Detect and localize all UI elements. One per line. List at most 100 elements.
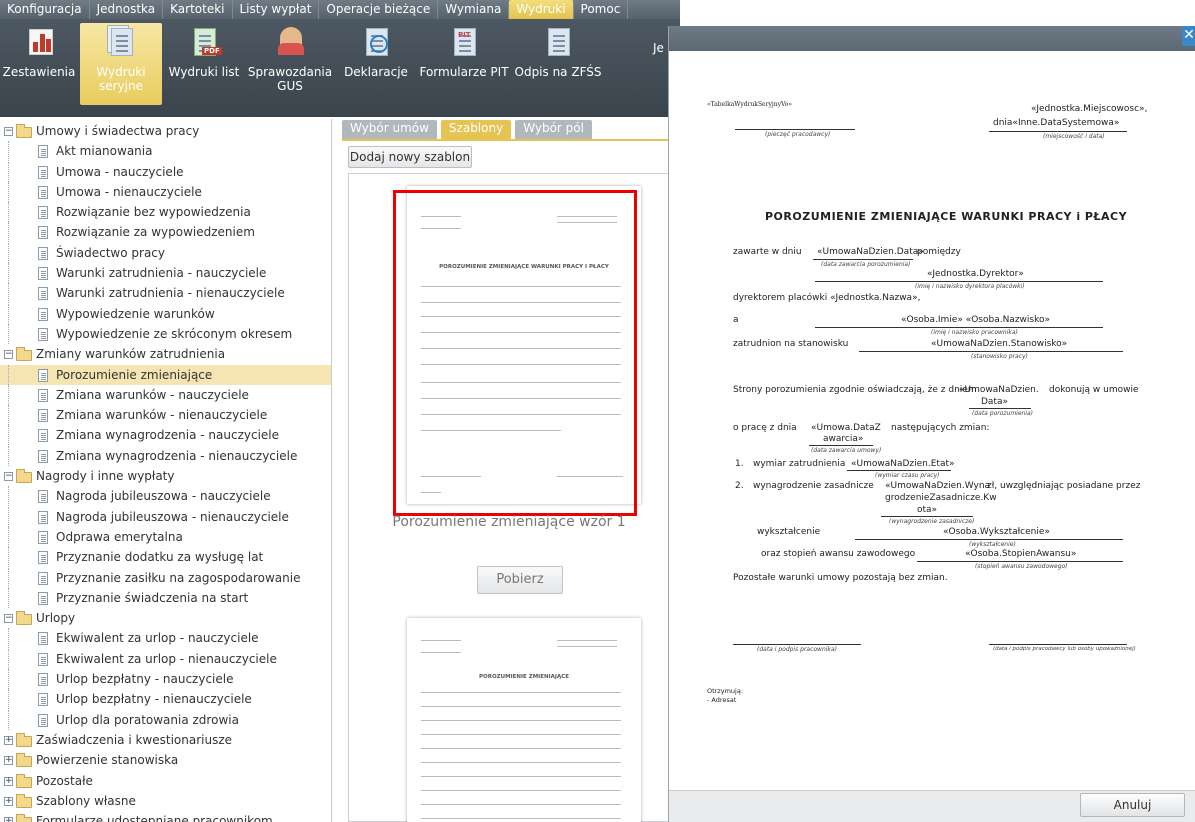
tree-folder[interactable]: + Powierzenie stanowiska	[0, 750, 331, 770]
doc-strony-field-2: Data»	[981, 397, 1008, 407]
tree-item[interactable]: Urlop bezpłatny - nauczyciele	[0, 669, 331, 690]
tree-item[interactable]: Rozwiązanie za wypowiedzeniem	[0, 222, 331, 243]
template-thumbnail-2[interactable]: POROZUMIENIE ZMIENIAJĄCE	[407, 618, 641, 822]
collapse-icon[interactable]: −	[4, 472, 13, 482]
menu-konfiguracja[interactable]: Konfiguracja	[0, 0, 90, 19]
tree-item[interactable]: Warunki zatrudnienia - nienauczyciele	[0, 283, 331, 304]
menu-operacje-biezace[interactable]: Operacje bieżące	[319, 0, 439, 19]
tree-item-label: Rozwiązanie za wypowiedzeniem	[56, 225, 255, 240]
tab-wybor-pol[interactable]: Wybór pól	[515, 120, 592, 139]
tree-folder[interactable]: + Zaświadczenia i kwestionariusze	[0, 730, 331, 750]
tree-item[interactable]: Urlop dla poratowania zdrowia	[0, 709, 331, 730]
tree-folder[interactable]: + Szablony własne	[0, 791, 331, 811]
tab-wybor-umow[interactable]: Wybór umów	[342, 120, 437, 139]
tree-item[interactable]: Ekwiwalent za urlop - nauczyciele	[0, 628, 331, 649]
tree-folder-label: Zmiany warunków zatrudnienia	[36, 347, 226, 362]
expand-icon[interactable]: +	[4, 817, 13, 822]
expand-icon[interactable]: +	[4, 796, 13, 806]
tab-szablony[interactable]: Szablony	[440, 120, 512, 139]
tree-connector	[8, 222, 9, 243]
doc-dyrektor-field: «Jednostka.Dyrektor»	[927, 269, 1024, 279]
menu-jednostka[interactable]: Jednostka	[90, 0, 164, 19]
tree-item[interactable]: Nagroda jubileuszowa - nauczyciele	[0, 486, 331, 507]
tree-item[interactable]: Zmiana warunków - nienauczyciele	[0, 405, 331, 426]
tree-item-label: Urlop dla poratowania zdrowia	[56, 712, 239, 727]
document-icon	[38, 307, 48, 321]
odpis-zfss-button[interactable]: Odpis na ZFŚS	[512, 23, 604, 79]
dialog-titlebar: ✕	[669, 26, 1195, 51]
collapse-icon[interactable]: −	[4, 614, 13, 624]
download-button[interactable]: Pobierz	[477, 566, 563, 594]
menu-wymiana[interactable]: Wymiana	[438, 0, 510, 19]
menu-pomoc[interactable]: Pomoc	[574, 0, 629, 19]
ribbon-toolbar: Zestawienia Wydruki seryjne PDF Wydruki …	[0, 19, 680, 117]
zestawienia-button[interactable]: Zestawienia	[0, 23, 78, 79]
deklaracje-button[interactable]: Deklaracje	[336, 23, 416, 79]
document-icon	[38, 449, 48, 463]
document-icon	[38, 713, 48, 727]
tree-item[interactable]: Warunki zatrudnienia - nauczyciele	[0, 263, 331, 284]
tree-item-label: Przyznanie dodatku za wysługę lat	[56, 550, 264, 565]
sprawozdania-gus-button[interactable]: Sprawozdania GUS	[246, 23, 334, 93]
expand-icon[interactable]: +	[4, 756, 13, 766]
document-icon	[540, 25, 576, 61]
tree-item[interactable]: Porozumienie zmieniające	[0, 364, 331, 385]
tree-connector	[8, 161, 9, 182]
close-icon[interactable]: ✕	[1182, 26, 1195, 46]
expand-icon[interactable]: +	[4, 776, 13, 786]
folder-icon	[16, 124, 32, 138]
menu-kartoteki[interactable]: Kartoteki	[163, 0, 233, 19]
menu-listy-wyplat[interactable]: Listy wypłat	[233, 0, 320, 19]
wydruki-list-button[interactable]: PDF Wydruki list	[164, 23, 244, 79]
tree-folder[interactable]: + Pozostałe	[0, 771, 331, 791]
tree-item[interactable]: Zmiana warunków - nauczyciele	[0, 384, 331, 405]
formularze-pit-button[interactable]: PIT Formularze PIT	[418, 23, 510, 79]
tree-connector	[8, 263, 9, 284]
document-icon	[38, 246, 48, 260]
tree-folder[interactable]: − Nagrody i inne wypłaty	[0, 466, 331, 486]
collapse-icon[interactable]: −	[4, 127, 13, 136]
tree-item[interactable]: Wypowiedzenie warunków	[0, 303, 331, 324]
tree-item[interactable]: Zmiana wynagrodzenia - nauczyciele	[0, 425, 331, 446]
tree-item[interactable]: Akt mianowania	[0, 141, 331, 162]
date-field: dnia«Inne.DataSystemowa»	[993, 118, 1120, 128]
tree-item[interactable]: Przyznanie dodatku za wysługę lat	[0, 547, 331, 568]
doc-stopien-field: «Osoba.StopienAwansu»	[965, 549, 1077, 559]
document-icon	[38, 530, 48, 544]
doc-dyrektorem: dyrektorem placówki «Jednostka.Nazwa»,	[733, 293, 921, 303]
doc-osoba-field: «Osoba.Imie» «Osoba.Nazwisko»	[901, 315, 1051, 325]
tree-item[interactable]: Ekwiwalent za urlop - nienauczyciele	[0, 648, 331, 669]
tree-item[interactable]: Umowa - nienauczyciele	[0, 181, 331, 202]
document-icon	[38, 591, 48, 605]
tree-item-label: Zmiana wynagrodzenia - nauczyciele	[56, 428, 280, 443]
tree-item[interactable]: Wypowiedzenie ze skróconym okresem	[0, 323, 331, 344]
tree-item[interactable]: Nagroda jubileuszowa - nienauczyciele	[0, 506, 331, 527]
tree-item[interactable]: Przyznanie zasiłku na zagospodarowanie	[0, 567, 331, 588]
doc-wyksztalcenie-caption: (wykształcenie)	[969, 541, 1016, 548]
tree-item[interactable]: Odprawa emerytalna	[0, 526, 331, 547]
tree-item[interactable]: Rozwiązanie bez wypowiedzenia	[0, 202, 331, 223]
wydruki-seryjne-button[interactable]: Wydruki seryjne	[80, 23, 162, 105]
tree-item[interactable]: Zmiana wynagrodzenia - nienauczyciele	[0, 445, 331, 466]
add-template-button[interactable]: Dodaj nowy szablon	[348, 146, 472, 168]
tree-connector	[8, 202, 9, 223]
document-icon	[38, 287, 48, 301]
tree-item[interactable]: Urlop bezpłatny - nienauczyciele	[0, 689, 331, 710]
tree-item[interactable]: Przyznanie świadczenia na start	[0, 587, 331, 608]
menu-wydruki[interactable]: Wydruki	[509, 0, 574, 19]
doc-stopien-caption: (stopień awansu zawodowego)	[975, 563, 1068, 570]
collapse-icon[interactable]: −	[4, 350, 13, 360]
expand-icon[interactable]: +	[4, 735, 13, 745]
tree-folder[interactable]: − Urlopy	[0, 608, 331, 628]
document-icon	[38, 145, 48, 159]
tree-item[interactable]: Świadectwo pracy	[0, 242, 331, 263]
tree-connector	[8, 547, 9, 568]
person-icon	[272, 25, 308, 61]
tree-folder[interactable]: − Umowy i świadectwa pracy	[0, 121, 331, 141]
tree-folder[interactable]: − Zmiany warunków zatrudnienia	[0, 344, 331, 364]
doc-strony-field-1: «UmowaNaDzien.	[959, 385, 1039, 395]
cancel-button[interactable]: Anuluj	[1080, 793, 1185, 817]
doc-strony-caption: (data porozumienia)	[972, 410, 1034, 417]
tree-folder[interactable]: + Formularze udostępniane pracownikom	[0, 811, 331, 822]
tree-item[interactable]: Umowa - nauczyciele	[0, 161, 331, 182]
